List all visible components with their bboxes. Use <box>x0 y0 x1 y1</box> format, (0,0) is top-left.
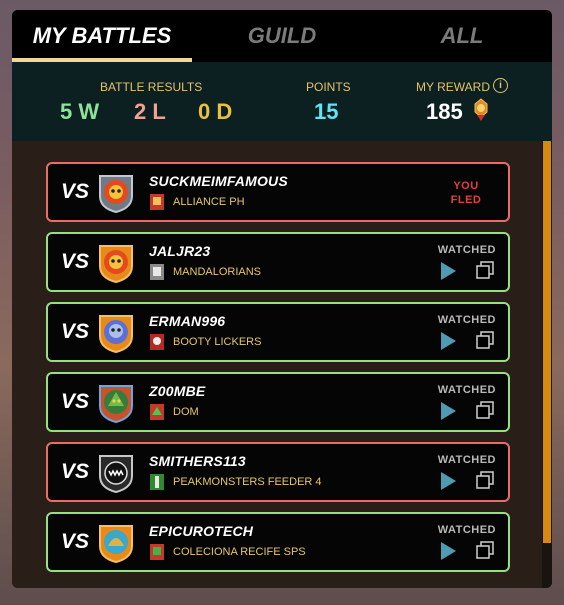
battle-results-label: BATTLE RESULTS <box>100 80 203 94</box>
vs-label: VS <box>61 530 90 553</box>
vs-label: VS <box>61 180 90 203</box>
opponent-name[interactable]: Z00MBE <box>149 383 205 399</box>
battle-card[interactable]: VS SUCKMEIMFAMOUS ALLIANCE PH YOU FLED <box>46 162 510 222</box>
opponent-name[interactable]: SMITHERS113 <box>149 453 246 469</box>
guild-banner-icon <box>150 474 164 490</box>
play-icon[interactable] <box>439 261 457 281</box>
opponent-avatar <box>99 455 133 494</box>
guild-banner-icon <box>150 264 164 280</box>
play-icon[interactable] <box>439 471 457 491</box>
you-fled-status: YOU FLED <box>450 180 482 206</box>
copy-icon[interactable] <box>476 261 494 279</box>
reward-value: 185 <box>426 99 463 124</box>
play-icon[interactable] <box>439 541 457 561</box>
guild-name[interactable]: BOOTY LICKERS <box>173 336 261 348</box>
opponent-name[interactable]: EPICUROTECH <box>149 523 253 539</box>
vs-label: VS <box>61 250 90 273</box>
battle-card[interactable]: VS JALJR23 MANDALORIANS WATCHED <box>46 232 510 292</box>
guild-name[interactable]: COLECIONA RECIFE SPS <box>173 546 306 558</box>
watched-status: WATCHED <box>437 384 496 396</box>
opponent-avatar <box>99 175 133 214</box>
points-value: 15 <box>314 99 339 124</box>
battle-card[interactable]: VS EPICUROTECH COLECIONA RECIFE SPS WATC… <box>46 512 510 572</box>
vs-label: VS <box>61 460 90 483</box>
guild-banner-icon <box>150 544 164 560</box>
battle-summary: BATTLE RESULTS POINTS MY REWARD i 5 W 2 … <box>12 62 552 142</box>
guild-banner-icon <box>150 404 164 420</box>
guild-name[interactable]: PEAKMONSTERS FEEDER 4 <box>173 476 322 488</box>
scrollbar[interactable] <box>542 141 552 588</box>
battle-card[interactable]: VS Z00MBE DOM WATCHED <box>46 372 510 432</box>
guild-name[interactable]: DOM <box>173 406 199 418</box>
battles-panel: MY BATTLES GUILD ALL BATTLE RESULTS POIN… <box>12 10 552 588</box>
watched-status: WATCHED <box>437 454 496 466</box>
watched-status: WATCHED <box>437 244 496 256</box>
opponent-avatar <box>99 525 133 564</box>
watched-status: WATCHED <box>437 524 496 536</box>
play-icon[interactable] <box>439 401 457 421</box>
guild-banner-icon <box>150 334 164 350</box>
opponent-name[interactable]: SUCKMEIMFAMOUS <box>149 173 288 189</box>
battle-card[interactable]: VS SMITHERS113 PEAKMONSTERS FEEDER 4 WAT… <box>46 442 510 502</box>
copy-icon[interactable] <box>476 471 494 489</box>
battle-list[interactable]: VS SUCKMEIMFAMOUS ALLIANCE PH YOU FLED VS <box>12 141 552 588</box>
opponent-avatar <box>99 385 133 424</box>
guild-name[interactable]: MANDALORIANS <box>173 266 261 278</box>
watched-status: WATCHED <box>437 314 496 326</box>
draws-count: 0 D <box>198 99 233 124</box>
copy-icon[interactable] <box>476 401 494 419</box>
info-icon[interactable]: i <box>493 78 508 93</box>
opponent-avatar <box>99 245 133 284</box>
play-icon[interactable] <box>439 331 457 351</box>
opponent-name[interactable]: JALJR23 <box>149 243 210 259</box>
opponent-name[interactable]: ERMAN996 <box>149 313 225 329</box>
copy-icon[interactable] <box>476 541 494 559</box>
tab-all[interactable]: ALL <box>372 10 552 62</box>
tab-my-battles[interactable]: MY BATTLES <box>12 10 192 62</box>
wins-count: 5 W <box>60 99 100 124</box>
copy-icon[interactable] <box>476 331 494 349</box>
dec-token-icon <box>474 98 488 121</box>
battle-card[interactable]: VS ERMAN996 BOOTY LICKERS WATCHED <box>46 302 510 362</box>
guild-banner-icon <box>150 194 164 210</box>
tab-bar: MY BATTLES GUILD ALL <box>12 10 552 62</box>
scrollbar-thumb[interactable] <box>543 141 551 543</box>
my-reward-label: MY REWARD <box>416 80 491 94</box>
guild-name[interactable]: ALLIANCE PH <box>173 196 245 208</box>
vs-label: VS <box>61 320 90 343</box>
tab-guild[interactable]: GUILD <box>192 10 372 62</box>
opponent-avatar <box>99 315 133 354</box>
losses-count: 2 L <box>134 99 166 124</box>
points-label: POINTS <box>306 80 351 94</box>
vs-label: VS <box>61 390 90 413</box>
